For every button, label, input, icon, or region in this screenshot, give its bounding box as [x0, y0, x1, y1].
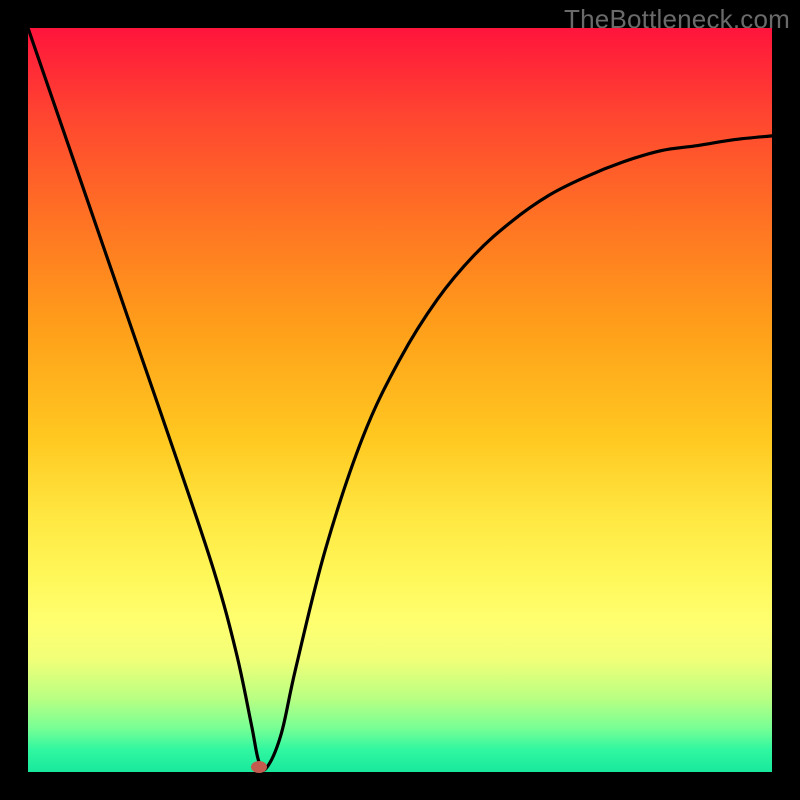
plot-outer	[28, 28, 772, 772]
bottleneck-curve	[28, 28, 772, 772]
minimum-marker-icon	[251, 761, 267, 773]
chart-stage: TheBottleneck.com	[0, 0, 800, 800]
